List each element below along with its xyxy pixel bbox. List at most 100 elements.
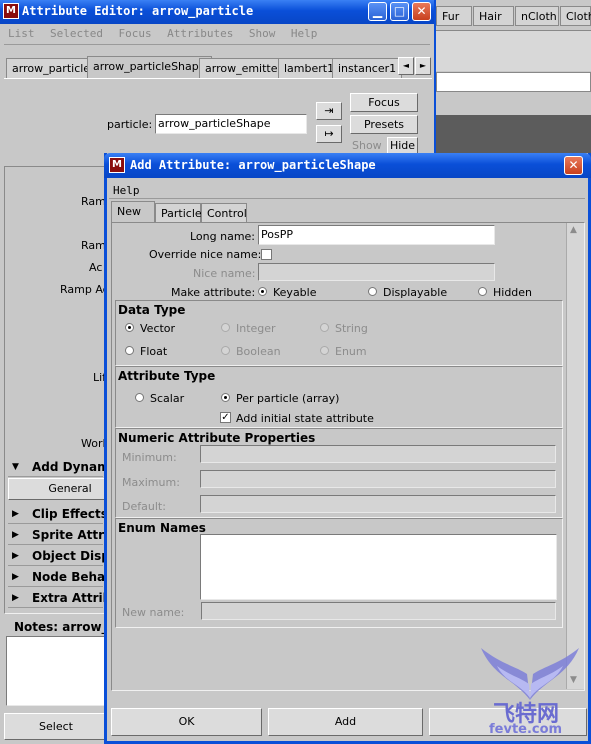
radio-vector[interactable] <box>125 323 134 332</box>
collapse-arrow-icon: ▼ <box>12 462 19 472</box>
override-nice-name-label: Override nice name: <box>149 248 262 261</box>
radio-string-label: String <box>335 322 368 335</box>
frame-clip-effects[interactable]: ▶ Clip Effects <box>8 504 108 524</box>
minimize-icon[interactable]: ▁ <box>368 2 387 21</box>
attribute-editor-menubar: List Selected Focus Attributes Show Help <box>8 27 329 40</box>
radio-vector-label: Vector <box>140 322 176 335</box>
tab-arrow-particle[interactable]: arrow_particle <box>6 58 97 78</box>
frame-extra-attributes[interactable]: ▶ Extra Attrib <box>8 588 111 608</box>
default-label: Default: <box>122 500 166 513</box>
enum-names-title: Enum Names <box>118 521 206 535</box>
watermark-url: fevte.com <box>489 722 563 737</box>
add-button[interactable]: Add <box>268 708 423 736</box>
radio-scalar[interactable] <box>135 393 144 402</box>
radio-integer <box>221 323 230 332</box>
radio-integer-label: Integer <box>236 322 276 335</box>
radio-displayable[interactable] <box>368 287 377 296</box>
expand-arrow-icon: ▶ <box>12 551 19 561</box>
particle-label: particle: <box>107 118 153 131</box>
add-dynamic-frame[interactable]: ▼ Add Dynam <box>8 457 110 477</box>
expand-arrow-icon: ▶ <box>12 593 19 603</box>
shelf-tab-cloth[interactable]: Cloth <box>560 6 591 26</box>
wings-icon <box>481 648 579 700</box>
radio-scalar-label: Scalar <box>150 392 185 405</box>
radio-boolean <box>221 346 230 355</box>
radio-enum-label: Enum <box>335 345 367 358</box>
radio-float[interactable] <box>125 346 134 355</box>
dialog-tab-control[interactable]: Control <box>201 203 247 223</box>
menu-focus[interactable]: Focus <box>118 27 151 40</box>
long-name-label: Long name: <box>190 230 256 243</box>
copy-tab-icon[interactable]: ↦ <box>316 125 342 143</box>
show-button[interactable]: Show <box>352 139 382 152</box>
menu-list[interactable]: List <box>8 27 35 40</box>
maya-icon: M <box>3 3 19 19</box>
focus-button[interactable]: Focus <box>350 93 418 112</box>
radio-per-particle[interactable] <box>221 393 230 402</box>
tab-arrow-particleshape[interactable]: arrow_particleShape <box>87 56 212 78</box>
tab-scroll-left-icon[interactable]: ◄ <box>398 57 414 75</box>
load-selected-icon[interactable]: ⇥ <box>316 102 342 120</box>
dialog-menu-divider <box>109 198 585 199</box>
shelf-tab-ncloth[interactable]: nCloth <box>515 6 559 26</box>
menu-attributes[interactable]: Attributes <box>167 27 233 40</box>
radio-displayable-label: Displayable <box>383 286 448 299</box>
dialog-menu-help[interactable]: Help <box>113 184 140 197</box>
radio-keyable[interactable] <box>258 287 267 296</box>
radio-boolean-label: Boolean <box>236 345 281 358</box>
presets-button[interactable]: Presets <box>350 115 418 134</box>
maximum-label: Maximum: <box>122 476 180 489</box>
close-icon[interactable]: ✕ <box>412 2 431 21</box>
menu-selected[interactable]: Selected <box>50 27 103 40</box>
expand-arrow-icon: ▶ <box>12 509 19 519</box>
label-ramp-1: Ram <box>81 195 106 208</box>
dialog-tab-new[interactable]: New <box>111 201 155 223</box>
initial-state-label: Add initial state attribute <box>236 412 374 425</box>
menu-divider <box>4 44 430 45</box>
attribute-editor-title: Attribute Editor: arrow_particle <box>22 4 254 18</box>
override-nice-name-checkbox[interactable] <box>261 249 272 260</box>
radio-string <box>320 323 329 332</box>
data-type-title: Data Type <box>118 303 186 317</box>
nice-name-label: Nice name: <box>193 267 256 280</box>
attribute-editor-titlebar: M Attribute Editor: arrow_particle ▁ □ ✕ <box>0 0 434 24</box>
particle-name-field[interactable]: arrow_particleShape <box>155 114 307 134</box>
frame-sprite-attributes[interactable]: ▶ Sprite Attri <box>8 525 108 545</box>
tab-arrow-emitter[interactable]: arrow_emitter <box>199 58 289 78</box>
scroll-up-icon[interactable]: ▲ <box>570 225 577 235</box>
hide-button[interactable]: Hide <box>387 137 418 154</box>
tab-scroll-right-icon[interactable]: ► <box>415 57 431 75</box>
ok-button[interactable]: OK <box>111 708 262 736</box>
numeric-properties-title: Numeric Attribute Properties <box>118 431 316 445</box>
select-button[interactable]: Select <box>4 713 108 740</box>
enum-names-list[interactable] <box>200 534 557 600</box>
tab-instancer1[interactable]: instancer1 <box>332 58 403 78</box>
menu-show[interactable]: Show <box>249 27 276 40</box>
dialog-scrollbar[interactable]: ▲ ▼ <box>566 223 584 689</box>
label-ramp-accel: Ramp Ac <box>60 283 109 296</box>
make-attribute-label: Make attribute: <box>171 286 256 299</box>
dialog-close-icon[interactable]: ✕ <box>564 156 583 175</box>
expand-arrow-icon: ▶ <box>12 530 19 540</box>
watermark-logo: 飞特网 fevte.com <box>475 640 585 740</box>
long-name-field[interactable]: PosPP <box>258 225 495 245</box>
dialog-tab-particle[interactable]: Particle <box>155 203 202 223</box>
shelf-bar: Fur Hair nCloth Cloth <box>436 0 591 30</box>
shelf-tab-hair[interactable]: Hair <box>473 6 514 26</box>
default-field <box>200 495 556 513</box>
frame-node-behavior[interactable]: ▶ Node Behav <box>8 567 113 587</box>
tab-lambert1[interactable]: lambert1 <box>278 58 341 78</box>
frame-object-display[interactable]: ▶ Object Disp <box>8 546 110 566</box>
maximum-field <box>200 470 556 488</box>
maximize-icon[interactable]: □ <box>390 2 409 21</box>
radio-hidden-label: Hidden <box>493 286 533 299</box>
shelf-tab-fur[interactable]: Fur <box>436 6 472 26</box>
initial-state-checkbox[interactable]: ✓ <box>220 412 231 423</box>
notes-field[interactable] <box>6 636 106 706</box>
label-accel: Ac <box>89 261 103 274</box>
menu-help[interactable]: Help <box>291 27 318 40</box>
radio-hidden[interactable] <box>478 287 487 296</box>
radio-keyable-label: Keyable <box>273 286 317 299</box>
nice-name-field <box>258 263 495 281</box>
new-name-field <box>201 602 556 620</box>
